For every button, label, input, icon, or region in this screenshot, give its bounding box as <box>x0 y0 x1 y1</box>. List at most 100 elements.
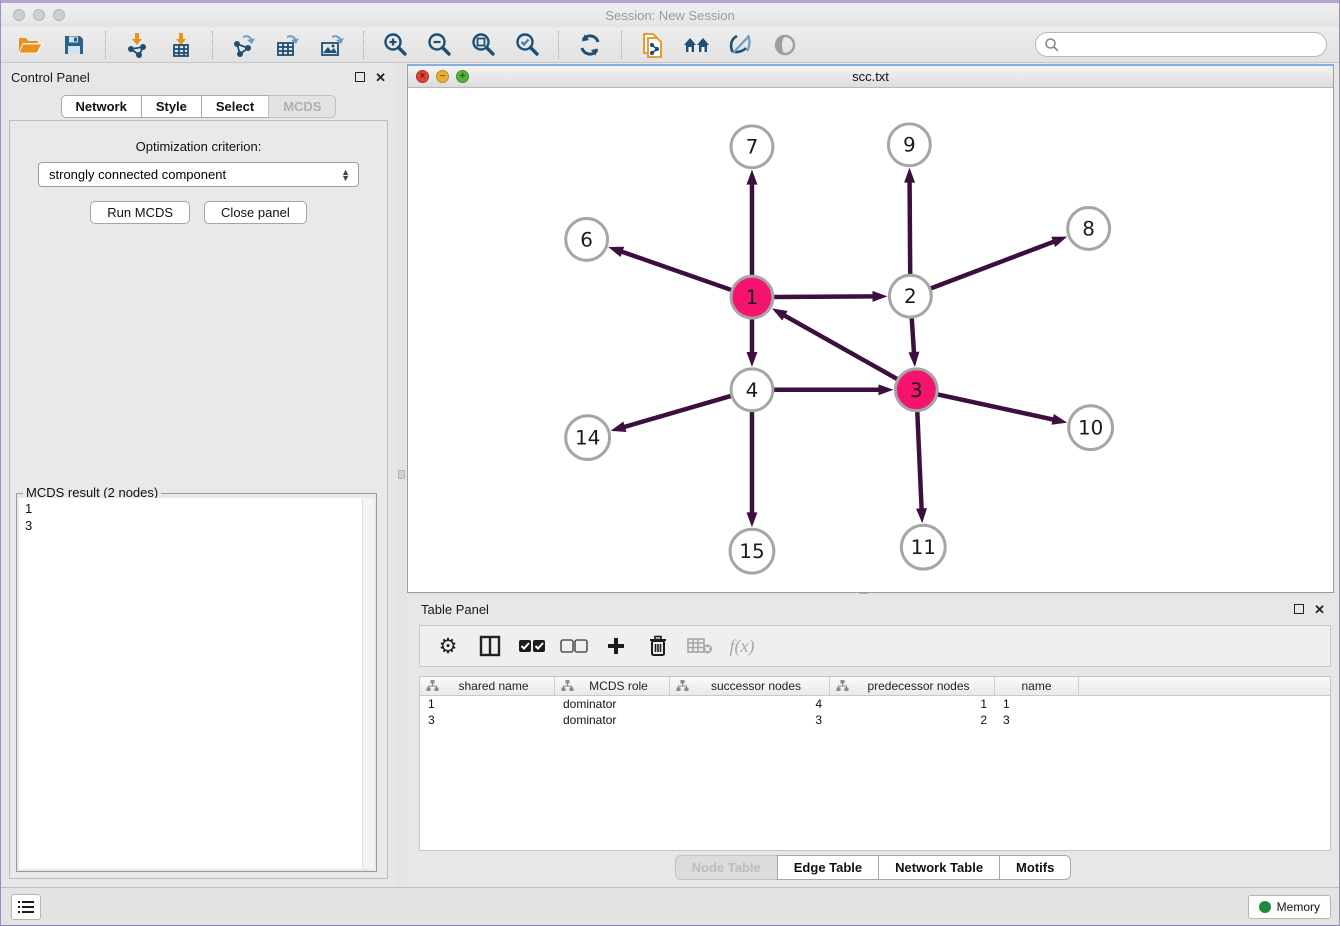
toolbar-separator <box>621 31 622 59</box>
table-cell[interactable]: 4 <box>670 696 830 712</box>
select-all-columns-icon[interactable] <box>518 632 546 660</box>
column-header-name[interactable]: name <box>995 677 1079 695</box>
export-table-icon[interactable] <box>271 30 305 60</box>
control-panel: Control Panel ✕ NetworkStyleSelectMCDS O… <box>1 63 396 887</box>
table-options-gear-icon[interactable]: ⚙ <box>434 632 462 660</box>
memory-button[interactable]: Memory <box>1248 895 1331 919</box>
tab-style[interactable]: Style <box>141 95 201 118</box>
close-panel-button[interactable]: Close panel <box>204 201 307 224</box>
edge-2-3[interactable] <box>912 318 914 355</box>
run-mcds-button[interactable]: Run MCDS <box>90 201 190 224</box>
export-network-icon[interactable] <box>227 30 261 60</box>
search-input[interactable] <box>1060 37 1326 52</box>
node-label-4: 4 <box>746 379 759 402</box>
table-cell[interactable]: dominator <box>555 696 670 712</box>
node-label-2: 2 <box>904 285 917 308</box>
create-column-icon[interactable] <box>602 632 630 660</box>
delete-columns-icon[interactable] <box>644 632 672 660</box>
edit-column-icon <box>561 680 574 692</box>
table-cell[interactable]: 3 <box>670 712 830 728</box>
tab-node-table[interactable]: Node Table <box>675 855 777 880</box>
vertical-pane-divider[interactable] <box>396 63 407 887</box>
table-cell[interactable]: 1 <box>995 696 1079 712</box>
apply-layout-icon[interactable] <box>573 30 607 60</box>
window-top-edge <box>1 0 1339 3</box>
criterion-dropdown[interactable]: strongly connected component ▲▼ <box>38 162 359 187</box>
table-cell[interactable]: 3 <box>420 712 555 728</box>
tab-select[interactable]: Select <box>201 95 268 118</box>
mcds-result-group: MCDS result (2 nodes) 13 <box>16 493 377 872</box>
arrowhead <box>608 247 624 257</box>
edge-2-9[interactable] <box>910 180 911 275</box>
toolbar-separator <box>558 31 559 59</box>
node-table[interactable]: shared nameMCDS rolesuccessor nodesprede… <box>419 676 1331 851</box>
zoom-fit-icon[interactable] <box>466 30 500 60</box>
show-hide-graphics-icon[interactable] <box>724 30 758 60</box>
edge-2-8[interactable] <box>931 241 1056 289</box>
table-cell[interactable]: dominator <box>555 712 670 728</box>
unselect-all-columns-icon[interactable] <box>560 632 588 660</box>
tab-network-table[interactable]: Network Table <box>878 855 999 880</box>
delete-table-icon <box>686 632 714 660</box>
edge-1-2[interactable] <box>774 296 876 297</box>
table-cell[interactable]: 3 <box>995 712 1079 728</box>
arrowhead <box>746 170 757 185</box>
zoom-out-icon[interactable] <box>422 30 456 60</box>
tab-mcds[interactable]: MCDS <box>268 95 336 118</box>
first-neighbors-icon[interactable] <box>680 30 714 60</box>
edge-3-1[interactable] <box>782 314 897 379</box>
float-panel-icon[interactable] <box>355 71 365 84</box>
network-canvas[interactable]: 1234678910111415 <box>408 88 1333 592</box>
edge-1-6[interactable] <box>620 251 732 290</box>
close-table-panel-icon[interactable]: ✕ <box>1314 603 1325 616</box>
edit-column-icon <box>836 680 849 692</box>
tab-edge-table[interactable]: Edge Table <box>777 855 878 880</box>
control-panel-title: Control Panel <box>11 70 90 85</box>
table-cell[interactable]: 2 <box>830 712 995 728</box>
column-header-shared-name[interactable]: shared name <box>420 677 555 695</box>
control-panel-tabs: NetworkStyleSelectMCDS <box>1 95 396 118</box>
duplicate-network-icon[interactable] <box>636 30 670 60</box>
toolbar-separator <box>212 31 213 59</box>
table-row[interactable]: 1dominator411 <box>420 696 1330 712</box>
arrowhead <box>1052 414 1068 425</box>
import-network-icon[interactable] <box>120 30 154 60</box>
divider-handle[interactable] <box>398 470 405 479</box>
table-cell[interactable]: 1 <box>830 696 995 712</box>
save-session-icon[interactable] <box>57 30 91 60</box>
export-image-icon[interactable] <box>315 30 349 60</box>
float-table-panel-icon[interactable] <box>1294 603 1304 616</box>
tab-network[interactable]: Network <box>61 95 141 118</box>
column-header-successor-nodes[interactable]: successor nodes <box>670 677 830 695</box>
close-panel-icon[interactable]: ✕ <box>375 71 386 84</box>
result-scrollbar[interactable] <box>362 498 374 869</box>
arrowhead <box>916 508 927 523</box>
show-columns-icon[interactable] <box>476 632 504 660</box>
column-header-MCDS-role[interactable]: MCDS role <box>555 677 670 695</box>
search-box[interactable] <box>1035 32 1327 57</box>
node-label-6: 6 <box>580 228 593 251</box>
table-panel: Table Panel ✕ ⚙ f(x) shared nameMCDS rol… <box>407 595 1339 887</box>
table-cell[interactable]: 1 <box>420 696 555 712</box>
open-file-icon[interactable] <box>13 30 47 60</box>
edge-3-11[interactable] <box>917 412 921 512</box>
table-row[interactable]: 3dominator323 <box>420 712 1330 728</box>
tab-motifs[interactable]: Motifs <box>999 855 1071 880</box>
task-history-button[interactable] <box>11 894 41 920</box>
arrowhead <box>746 512 757 527</box>
network-window-titlebar[interactable]: × − + scc.txt <box>408 66 1333 88</box>
toolbar-separator <box>363 31 364 59</box>
mcds-result-list[interactable]: 13 <box>19 498 374 869</box>
arrowhead <box>772 308 788 320</box>
arrowhead <box>872 291 887 302</box>
zoom-in-icon[interactable] <box>378 30 412 60</box>
node-label-9: 9 <box>903 134 916 157</box>
hide-selected-icon[interactable] <box>768 30 802 60</box>
zoom-selected-icon[interactable] <box>510 30 544 60</box>
edge-4-14[interactable] <box>622 396 731 428</box>
import-table-icon[interactable] <box>164 30 198 60</box>
column-header-predecessor-nodes[interactable]: predecessor nodes <box>830 677 995 695</box>
network-graph[interactable]: 1234678910111415 <box>408 88 1333 592</box>
node-label-1: 1 <box>746 286 759 309</box>
edge-3-10[interactable] <box>938 394 1056 420</box>
